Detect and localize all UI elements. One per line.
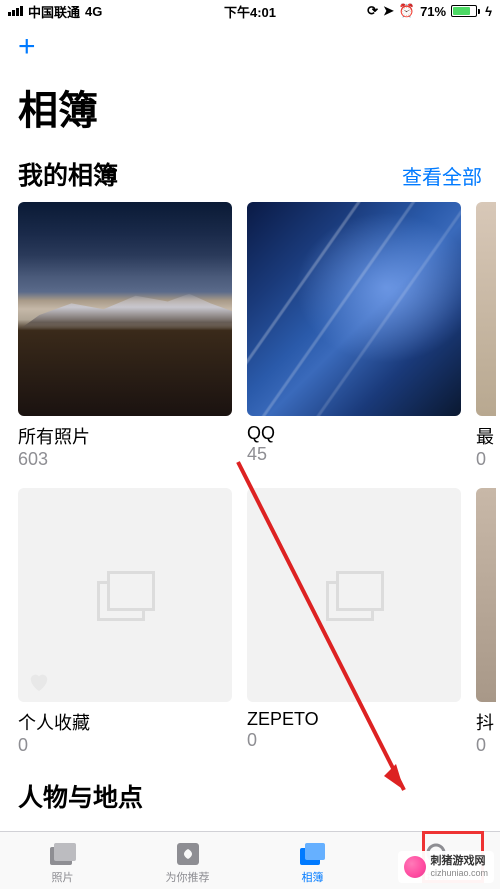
album-count: 0 xyxy=(18,735,232,756)
see-all-link[interactable]: 查看全部 xyxy=(402,161,482,190)
location-icon: ➤ xyxy=(383,3,394,19)
add-button[interactable]: + xyxy=(18,30,36,63)
album-count: 0 xyxy=(247,730,461,751)
album-thumbnail[interactable] xyxy=(18,488,232,702)
album-thumbnail[interactable] xyxy=(18,202,232,416)
album-count: 0 xyxy=(476,449,496,470)
tab-albums[interactable]: 相簿 xyxy=(250,841,375,885)
alarm-icon: ⏰ xyxy=(399,3,415,19)
album-name: 所有照片 xyxy=(18,423,232,449)
album-thumbnail[interactable] xyxy=(247,202,461,416)
watermark: 刺猪游戏网 cizhuniao.com xyxy=(398,851,494,883)
album-thumbnail[interactable] xyxy=(476,488,496,702)
carrier-label: 中国联通 xyxy=(28,2,80,21)
tab-photos[interactable]: 照片 xyxy=(0,841,125,885)
album-name: 个人收藏 xyxy=(18,709,232,735)
charging-icon: ϟ xyxy=(485,4,492,19)
album-count: 0 xyxy=(476,735,496,756)
watermark-logo-icon xyxy=(404,856,426,878)
watermark-url: cizhuniao.com xyxy=(430,868,488,879)
album-partial-2[interactable]: 抖 0 xyxy=(476,488,496,756)
album-name: 最 xyxy=(476,423,496,449)
album-name: 抖 xyxy=(476,709,496,735)
album-all-photos[interactable]: 所有照片 603 xyxy=(18,202,232,470)
rotation-lock-icon: ⟳ xyxy=(367,3,378,19)
album-qq[interactable]: QQ 45 xyxy=(247,202,461,470)
tab-label: 为你推荐 xyxy=(166,869,210,885)
status-bar: 中国联通 4G 下午4:01 ⟳ ➤ ⏰ 71% ϟ xyxy=(0,0,500,22)
album-thumbnail[interactable] xyxy=(476,202,496,416)
album-name: QQ xyxy=(247,423,461,444)
tab-for-you[interactable]: 为你推荐 xyxy=(125,841,250,885)
album-row-1[interactable]: 所有照片 603 QQ 45 最 0 xyxy=(0,202,500,470)
placeholder-stack-icon xyxy=(326,571,382,619)
album-partial[interactable]: 最 0 xyxy=(476,202,496,470)
signal-icon xyxy=(8,6,23,16)
for-you-icon xyxy=(173,841,203,867)
heart-icon xyxy=(28,672,50,692)
battery-percent: 71% xyxy=(420,4,446,19)
page-title: 相簿 xyxy=(0,66,500,156)
album-name: ZEPETO xyxy=(247,709,461,730)
album-row-2[interactable]: 个人收藏 0 ZEPETO 0 抖 0 xyxy=(0,488,500,756)
photos-icon xyxy=(48,841,78,867)
section-people-places-title: 人物与地点 xyxy=(18,778,482,814)
network-label: 4G xyxy=(85,4,102,19)
album-thumbnail[interactable] xyxy=(247,488,461,702)
album-favorites[interactable]: 个人收藏 0 xyxy=(18,488,232,756)
albums-icon xyxy=(298,841,328,867)
section-my-albums-title: 我的相簿 xyxy=(18,156,118,192)
clock: 下午4:01 xyxy=(224,2,276,21)
tab-label: 照片 xyxy=(52,869,74,885)
album-count: 45 xyxy=(247,444,461,465)
album-count: 603 xyxy=(18,449,232,470)
placeholder-stack-icon xyxy=(97,571,153,619)
tab-label: 相簿 xyxy=(302,869,324,885)
battery-icon xyxy=(451,5,480,17)
watermark-title: 刺猪游戏网 xyxy=(430,855,485,868)
album-zepeto[interactable]: ZEPETO 0 xyxy=(247,488,461,756)
